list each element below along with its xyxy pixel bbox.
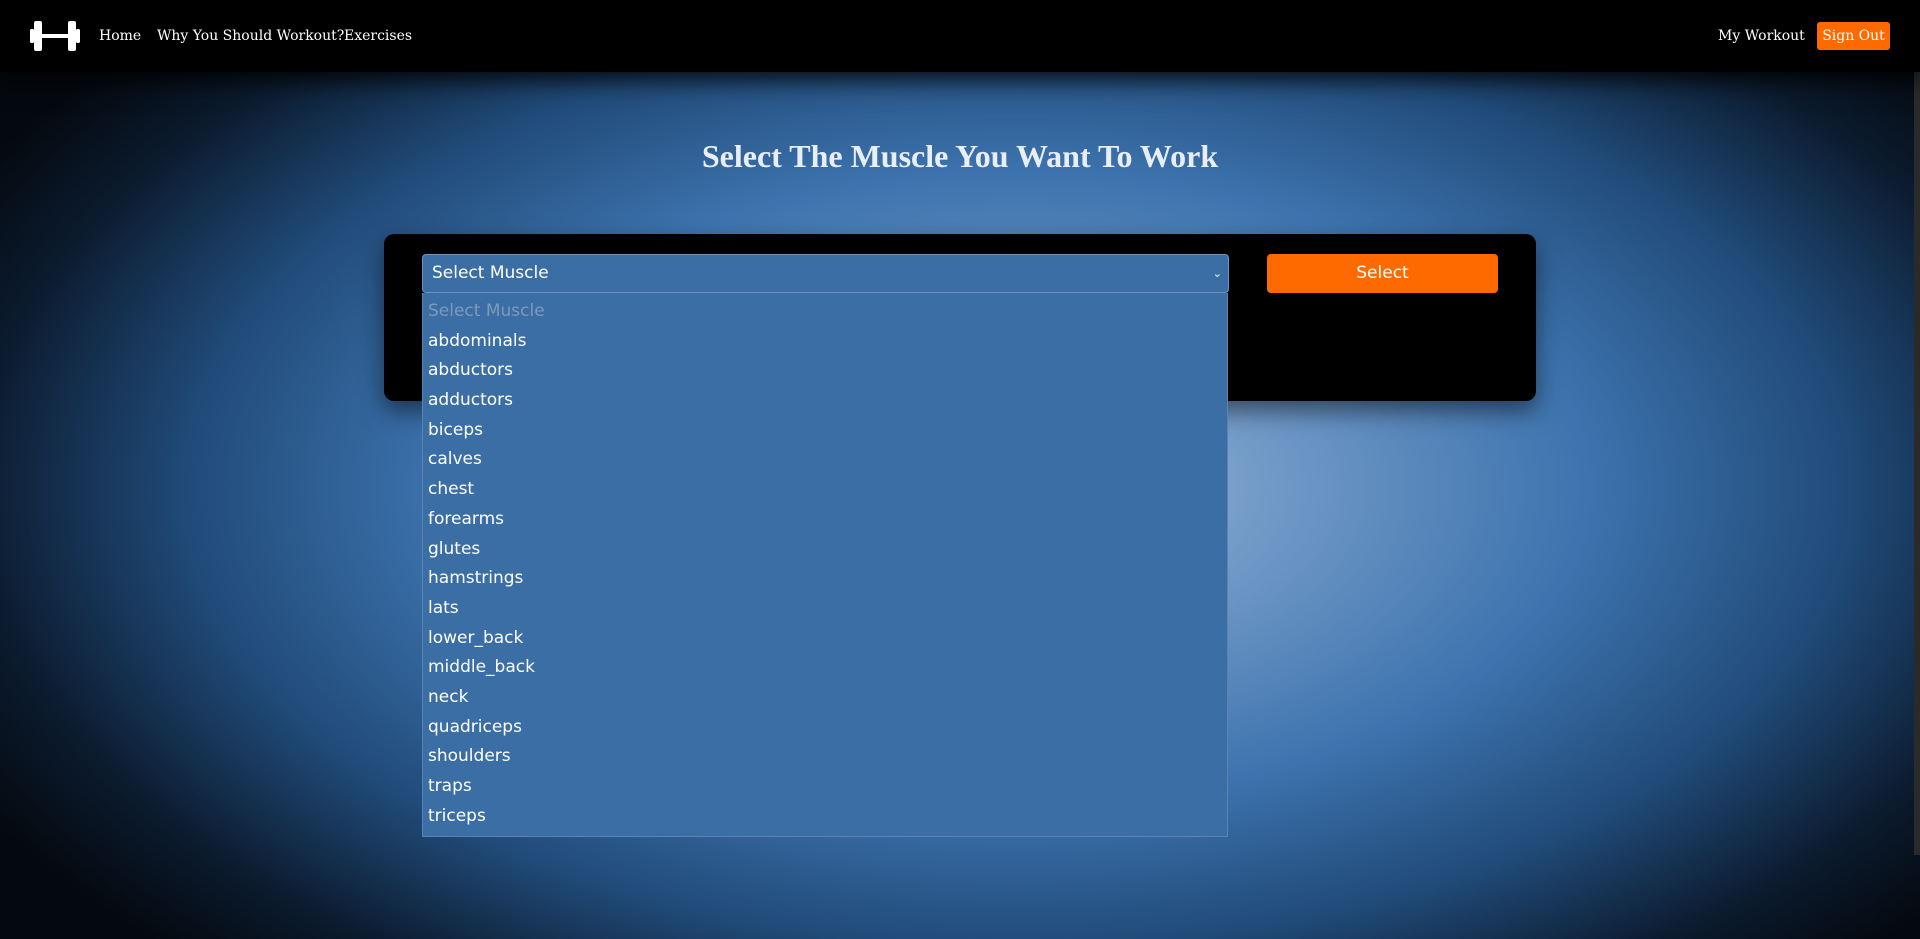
dropdown-option-quadriceps[interactable]: quadriceps [423, 713, 1227, 743]
dropdown-option-hamstrings[interactable]: hamstrings [423, 564, 1227, 594]
dropdown-option-glutes[interactable]: glutes [423, 535, 1227, 565]
dropdown-option-lower-back[interactable]: lower_back [423, 624, 1227, 654]
nav-why-workout-link[interactable]: Why You Should Workout? [157, 27, 344, 45]
nav-exercises-link[interactable]: Exercises [344, 27, 412, 45]
dropdown-option-biceps[interactable]: biceps [423, 416, 1227, 446]
dropdown-option-traps[interactable]: traps [423, 772, 1227, 802]
nav-my-workout-link[interactable]: My Workout [1718, 27, 1805, 45]
dropdown-option-forearms[interactable]: forearms [423, 505, 1227, 535]
muscle-select[interactable]: Select Muscle ⌄ [422, 254, 1229, 293]
select-button[interactable]: Select [1267, 254, 1498, 293]
dropdown-option-middle-back[interactable]: middle_back [423, 653, 1227, 683]
nav-home-link[interactable]: Home [99, 27, 141, 45]
dropdown-option-neck[interactable]: neck [423, 683, 1227, 713]
muscle-select-value: Select Muscle [432, 263, 549, 283]
dropdown-option-shoulders[interactable]: shoulders [423, 742, 1227, 772]
dropdown-option-abductors[interactable]: abductors [423, 356, 1227, 386]
dumbbell-icon[interactable] [28, 16, 82, 56]
top-navbar: Home Why You Should Workout? Exercises M… [0, 0, 1920, 72]
muscle-dropdown-list: Select Muscle abdominals abductors adduc… [422, 293, 1228, 837]
sign-out-button[interactable]: Sign Out [1817, 22, 1890, 50]
dropdown-option-adductors[interactable]: adductors [423, 386, 1227, 416]
chevron-down-icon: ⌄ [1212, 267, 1222, 280]
page-title: Select The Muscle You Want To Work [701, 138, 1219, 174]
dropdown-option-abdominals[interactable]: abdominals [423, 327, 1227, 357]
page-scrollbar[interactable] [1914, 0, 1920, 855]
dropdown-option-calves[interactable]: calves [423, 445, 1227, 475]
dropdown-option-lats[interactable]: lats [423, 594, 1227, 624]
dropdown-option-chest[interactable]: chest [423, 475, 1227, 505]
dropdown-option-placeholder: Select Muscle [428, 301, 545, 321]
dropdown-option-triceps[interactable]: triceps [423, 802, 1227, 832]
